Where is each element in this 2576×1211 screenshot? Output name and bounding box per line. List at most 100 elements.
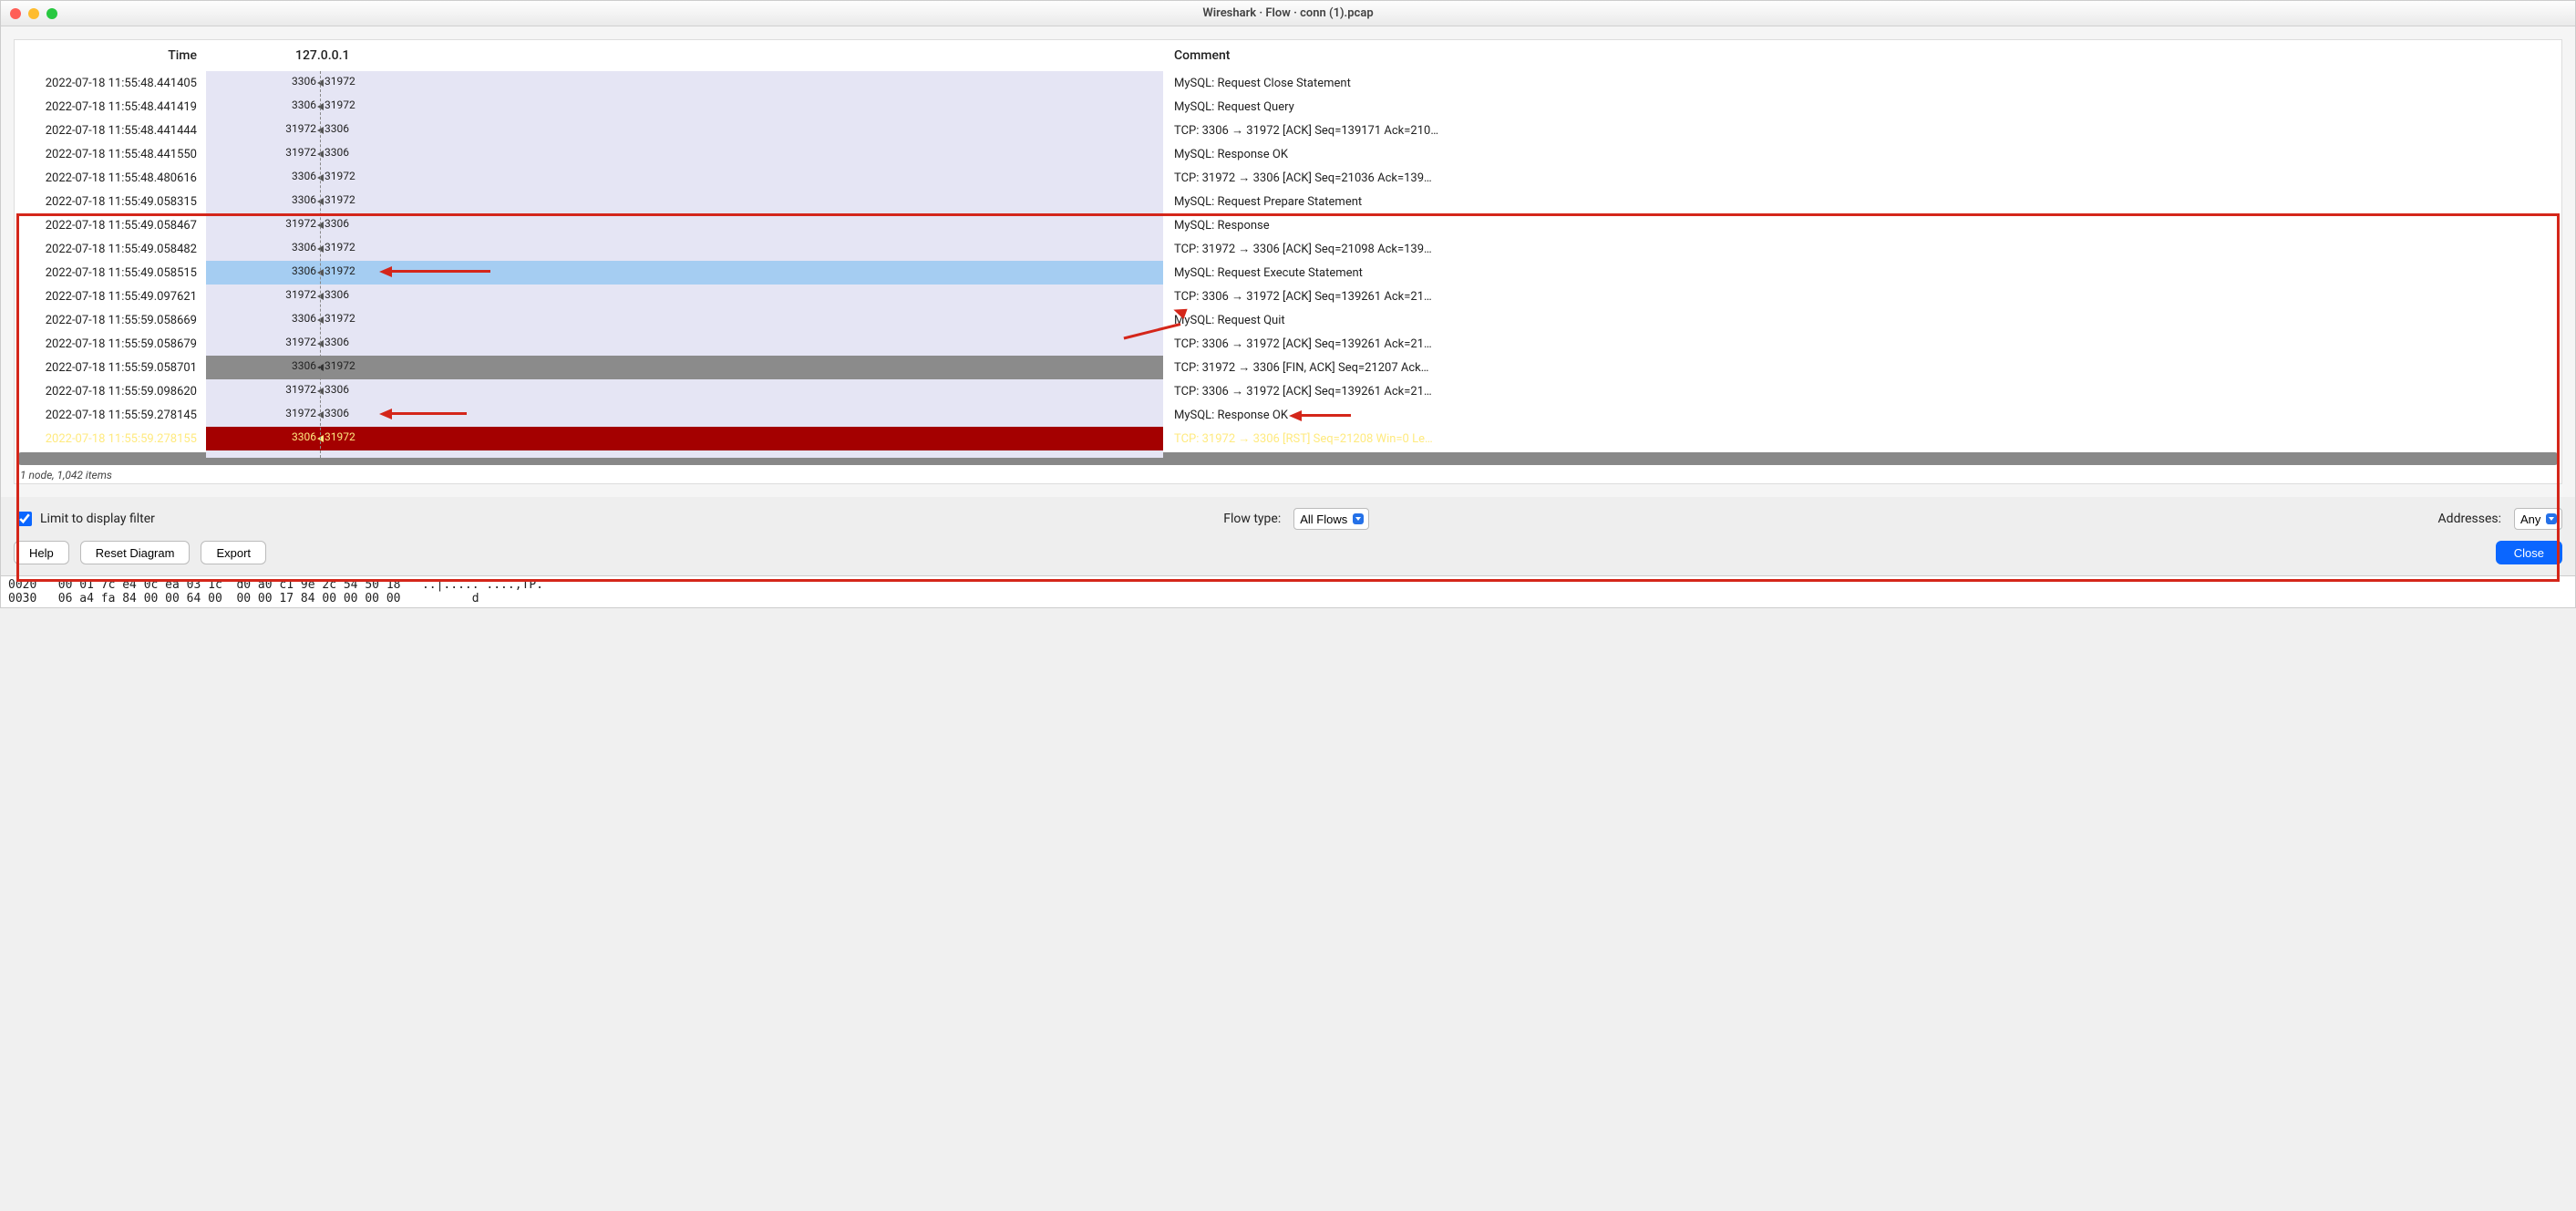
port-left: 3306 <box>292 264 316 277</box>
row-time: 2022-07-18 11:55:49.058467 <box>15 219 206 233</box>
row-ports: 330631972 <box>206 95 1163 119</box>
header-comment: Comment <box>1163 48 2561 63</box>
port-left: 3306 <box>292 193 316 206</box>
port-left: 31972 <box>285 336 316 348</box>
flow-row[interactable]: 2022-07-18 11:55:48.441550319723306MySQL… <box>15 142 2561 166</box>
port-left: 31972 <box>285 217 316 230</box>
row-comment: TCP: 3306 → 31972 [ACK] Seq=139261 Ack=2… <box>1163 384 2561 398</box>
port-left: 3306 <box>292 170 316 182</box>
direction-arrow-icon <box>317 150 324 158</box>
port-right: 31972 <box>325 170 355 182</box>
direction-arrow-icon <box>317 245 324 253</box>
direction-arrow-icon <box>317 222 324 229</box>
row-time: 2022-07-18 11:55:49.097621 <box>15 290 206 304</box>
row-comment: TCP: 3306 → 31972 [ACK] Seq=139261 Ack=2… <box>1163 289 2561 304</box>
row-comment: TCP: 3306 → 31972 [ACK] Seq=139261 Ack=2… <box>1163 336 2561 351</box>
flow-row[interactable]: 2022-07-18 11:55:49.058315330631972MySQL… <box>15 190 2561 213</box>
flow-row[interactable]: 2022-07-18 11:55:48.480616330631972TCP: … <box>15 166 2561 190</box>
port-left: 3306 <box>292 359 316 372</box>
flow-row[interactable]: 2022-07-18 11:55:59.058701 3306 31972 TCP: … <box>15 356 2561 379</box>
port-right: 3306 <box>325 336 349 348</box>
zoom-window-icon[interactable] <box>46 8 57 19</box>
export-button[interactable]: Export <box>201 541 266 564</box>
port-left: 3306 <box>292 98 316 111</box>
flow-type-select[interactable]: All Flows <box>1293 508 1369 530</box>
flow-row[interactable]: 2022-07-18 11:55:49.058467319723306MySQL… <box>15 213 2561 237</box>
direction-arrow-icon <box>317 340 324 347</box>
port-left: 31972 <box>285 407 316 419</box>
row-comment: MySQL: Request Quit <box>1163 314 2561 327</box>
flow-row[interactable]: 2022-07-18 11:55:59.278155 3306 31972 TCP: … <box>15 427 2561 450</box>
flow-row[interactable]: 2022-07-18 11:55:48.441444319723306TCP: … <box>15 119 2561 142</box>
limit-filter-checkbox[interactable] <box>17 512 32 526</box>
port-right: 31972 <box>325 359 355 372</box>
flow-type-label: Flow type: <box>1223 512 1281 526</box>
header-time: Time <box>15 48 206 63</box>
hex-dump[interactable]: 0020 00 01 7c e4 0c ea 03 1c d0 a0 c1 9e… <box>1 575 2575 607</box>
direction-arrow-icon <box>317 316 324 324</box>
port-left: 3306 <box>292 430 316 443</box>
port-right: 31972 <box>325 264 355 277</box>
row-comment: TCP: 31972 → 3306 [RST] Seq=21208 Win=0 … <box>1163 431 2561 446</box>
port-left: 31972 <box>285 288 316 301</box>
port-left: 3306 <box>292 241 316 254</box>
row-time: 2022-07-18 11:55:48.441550 <box>15 148 206 161</box>
flow-row[interactable]: 2022-07-18 11:55:48.441419330631972MySQL… <box>15 95 2561 119</box>
row-time: 2022-07-18 11:55:48.441419 <box>15 100 206 114</box>
flow-row[interactable]: 2022-07-18 11:55:59.278145319723306MySQL… <box>15 403 2561 427</box>
button-row: Help Reset Diagram Export Close <box>1 541 2575 575</box>
direction-arrow-icon <box>317 127 324 134</box>
close-button[interactable]: Close <box>2496 541 2562 564</box>
port-left: 31972 <box>285 122 316 135</box>
flow-row[interactable]: 2022-07-18 11:55:49.097621319723306TCP: … <box>15 285 2561 308</box>
row-ports: 319723306 <box>206 142 1163 166</box>
row-time: 2022-07-18 11:55:48.441405 <box>15 77 206 90</box>
direction-arrow-icon <box>317 411 324 419</box>
window-title: Wireshark · Flow · conn (1).pcap <box>1 6 2575 20</box>
flow-row[interactable]: 2022-07-18 11:55:49.058482330631972TCP: … <box>15 237 2561 261</box>
port-left: 3306 <box>292 312 316 325</box>
port-right: 31972 <box>325 193 355 206</box>
flow-row[interactable]: 2022-07-18 11:55:59.098620319723306TCP: … <box>15 379 2561 403</box>
flow-row[interactable]: 2022-07-18 11:55:49.058515330631972MySQL… <box>15 261 2561 285</box>
row-ports: 3306 31972 <box>206 356 1163 379</box>
row-ports: 330631972 <box>206 308 1163 332</box>
row-time: 2022-07-18 11:55:59.278155 <box>15 432 206 446</box>
row-ports: 319723306 <box>206 403 1163 427</box>
flow-rows: 2022-07-18 11:55:48.441405 3306 31972 MySQL… <box>15 71 2561 450</box>
row-time: 2022-07-18 11:55:49.058515 <box>15 266 206 280</box>
port-right: 31972 <box>325 430 355 443</box>
row-time: 2022-07-18 11:55:59.278145 <box>15 409 206 422</box>
help-button[interactable]: Help <box>14 541 69 564</box>
row-time: 2022-07-18 11:55:48.480616 <box>15 171 206 185</box>
row-comment: MySQL: Response <box>1163 219 2561 233</box>
direction-arrow-icon <box>317 364 324 371</box>
window: Wireshark · Flow · conn (1).pcap Time 12… <box>0 0 2576 608</box>
minimize-window-icon[interactable] <box>28 8 39 19</box>
port-right: 31972 <box>325 241 355 254</box>
port-left: 3306 <box>292 75 316 88</box>
flow-row[interactable]: 2022-07-18 11:55:48.441405330631972MySQL… <box>15 71 2561 95</box>
row-comment: TCP: 31972 → 3306 [FIN, ACK] Seq=21207 A… <box>1163 360 2561 375</box>
row-time: 2022-07-18 11:55:49.058482 <box>15 243 206 256</box>
direction-arrow-icon <box>317 198 324 205</box>
addresses-label: Addresses: <box>2438 512 2501 526</box>
addresses-select[interactable]: Any <box>2514 508 2562 530</box>
port-right: 3306 <box>325 146 349 159</box>
close-window-icon[interactable] <box>10 8 21 19</box>
flow-row[interactable]: 2022-07-18 11:55:59.058669330631972MySQL… <box>15 308 2561 332</box>
limit-filter-control[interactable]: Limit to display filter <box>14 509 155 529</box>
row-ports: 3306 31972 <box>206 190 1163 213</box>
row-ports: 3306 31972 <box>206 237 1163 261</box>
row-time: 2022-07-18 11:55:59.058701 <box>15 361 206 375</box>
row-time: 2022-07-18 11:55:59.058679 <box>15 337 206 351</box>
direction-arrow-icon <box>317 388 324 395</box>
flow-row[interactable]: 2022-07-18 11:55:59.058679 31972 3306 TCP: … <box>15 332 2561 356</box>
status-text: 1 node, 1,042 items <box>15 467 2561 483</box>
direction-arrow-icon <box>317 293 324 300</box>
direction-arrow-icon <box>317 174 324 181</box>
window-controls <box>1 8 57 19</box>
row-ports: 3306 31972 <box>206 427 1163 450</box>
row-time: 2022-07-18 11:55:59.058669 <box>15 314 206 327</box>
reset-button[interactable]: Reset Diagram <box>80 541 191 564</box>
